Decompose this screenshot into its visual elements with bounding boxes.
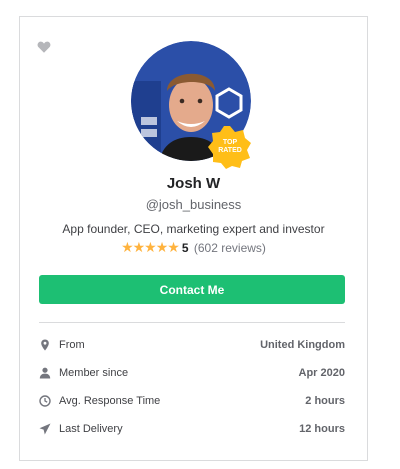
clock-icon (39, 395, 51, 407)
stat-value: Apr 2020 (298, 367, 345, 379)
seller-card: TOP RATED Josh W @josh_business App foun… (19, 16, 368, 461)
stat-member-since: Member since Apr 2020 (39, 365, 345, 393)
seller-name[interactable]: Josh W (20, 175, 367, 192)
badge-line-2: RATED (218, 147, 242, 154)
stat-from: From United Kingdom (39, 337, 345, 365)
stat-label: From (59, 339, 85, 351)
rating-row[interactable]: ★★★★★ 5 (602 reviews) (20, 239, 367, 256)
rating-score: 5 (181, 241, 189, 255)
heart-icon[interactable] (37, 40, 51, 54)
stat-value: 12 hours (299, 423, 345, 435)
seller-username: @josh_business (145, 197, 242, 212)
stat-label: Member since (59, 367, 129, 379)
divider (39, 322, 345, 323)
avatar-container: TOP RATED (131, 41, 251, 169)
stat-label: Avg. Response Time (59, 395, 161, 407)
user-icon (39, 367, 51, 379)
review-count: (602 reviews) (193, 241, 266, 255)
contact-me-button[interactable]: Contact Me (39, 275, 345, 304)
seller-stats: From United Kingdom Member since Apr 202… (39, 337, 345, 449)
seller-tagline: App founder, CEO, marketing expert and i… (62, 222, 325, 236)
stat-value: United Kingdom (260, 339, 345, 351)
star-rating-icons: ★★★★★ (121, 239, 180, 255)
stat-response-time: Avg. Response Time 2 hours (39, 393, 345, 421)
stat-last-delivery: Last Delivery 12 hours (39, 421, 345, 449)
stat-value: 2 hours (305, 395, 345, 407)
top-rated-badge: TOP RATED (208, 125, 252, 169)
paper-plane-icon (39, 423, 51, 435)
badge-line-1: TOP (222, 139, 238, 146)
location-pin-icon (41, 339, 49, 351)
stat-label: Last Delivery (59, 423, 123, 435)
